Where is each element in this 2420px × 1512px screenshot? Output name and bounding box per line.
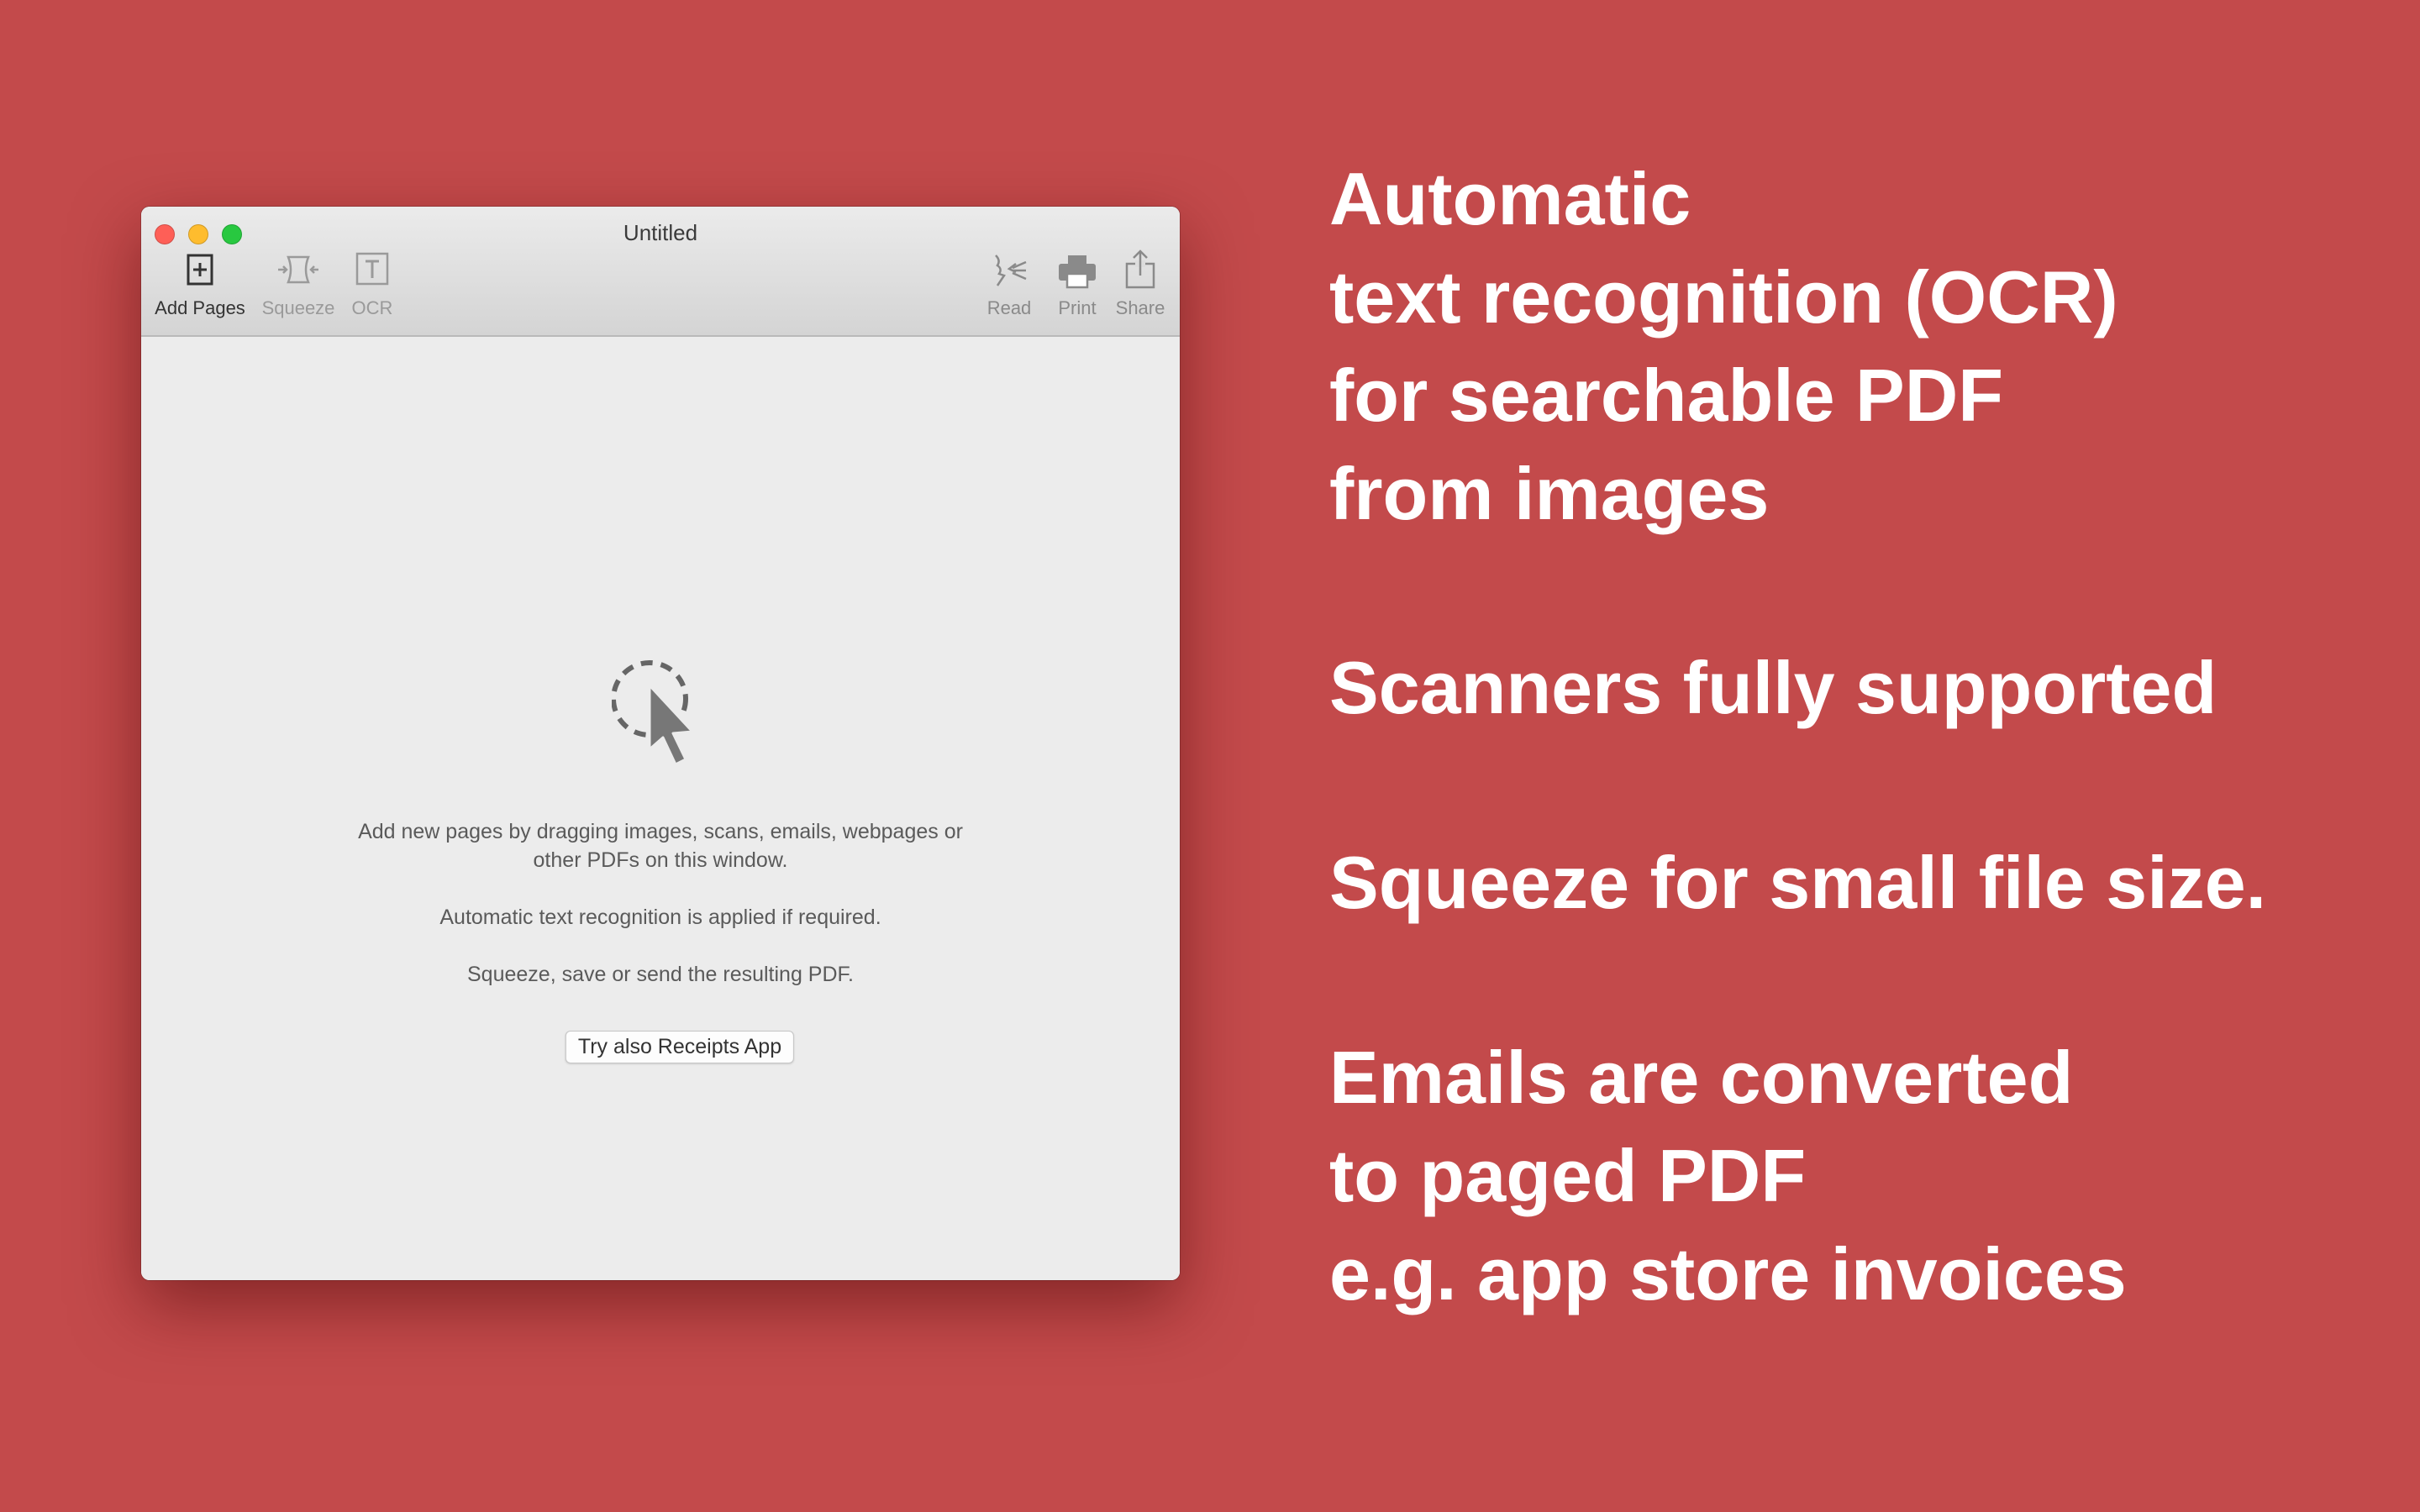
squeeze-button[interactable]: Squeeze <box>257 249 339 333</box>
drag-cursor-icon <box>612 660 694 766</box>
feature-line: Scanners fully supported <box>1329 646 2217 729</box>
share-label: Share <box>1115 297 1165 318</box>
title-bar: Untitled Add Pages Squeeze OCR Share Pri… <box>141 207 1180 337</box>
read-button[interactable]: Read <box>973 249 1045 333</box>
share-button[interactable]: Share <box>1107 249 1173 333</box>
feature-line: e.g. app store invoices <box>1329 1232 2127 1315</box>
instruction-line-1: Add new pages by dragging images, scans,… <box>358 820 963 843</box>
feature-line: Automatic <box>1329 157 1691 240</box>
feature-scanners: Scanners fully supported <box>1329 638 2217 737</box>
ocr-label: OCR <box>351 297 393 318</box>
feature-line: to paged PDF <box>1329 1134 1807 1217</box>
ocr-note: Automatic text recognition is applied if… <box>439 906 881 929</box>
drop-area[interactable]: Add new pages by dragging images, scans,… <box>141 337 1180 1280</box>
add-pages-label: Add Pages <box>155 297 245 318</box>
feature-line: Emails are converted <box>1329 1036 2074 1119</box>
add-pages-button[interactable]: Add Pages <box>148 249 252 333</box>
feature-ocr: Automatic text recognition (OCR) for sea… <box>1329 150 2118 543</box>
read-aloud-icon <box>995 255 1027 286</box>
print-label: Print <box>1058 297 1097 318</box>
window-title: Untitled <box>623 220 698 245</box>
app-window: Untitled Add Pages Squeeze OCR Share Pri… <box>141 207 1180 1280</box>
printer-icon <box>1059 255 1096 289</box>
ocr-button[interactable]: OCR <box>339 249 405 333</box>
squeeze-label: Squeeze <box>261 297 335 318</box>
read-label: Read <box>986 297 1032 318</box>
share-icon <box>1125 249 1155 289</box>
try-receipts-app-button[interactable]: Try also Receipts App <box>565 1031 795 1063</box>
print-button[interactable]: Print <box>1044 249 1111 333</box>
instruction-line-2: other PDFs on this window. <box>533 848 788 872</box>
feature-line: Squeeze for small file size. <box>1329 841 2267 924</box>
feature-emails: Emails are converted to paged PDF e.g. a… <box>1329 1028 2127 1323</box>
feature-line: text recognition (OCR) <box>1329 255 2118 339</box>
feature-line: for searchable PDF <box>1329 354 2004 437</box>
squeeze-note: Squeeze, save or send the resulting PDF. <box>467 963 854 986</box>
add-pages-instruction: Add new pages by dragging images, scans,… <box>240 817 1081 874</box>
feature-line: from images <box>1329 452 1770 535</box>
feature-squeeze: Squeeze for small file size. <box>1329 833 2266 932</box>
add-page-icon <box>187 254 213 286</box>
squeeze-icon <box>278 255 318 284</box>
ocr-icon <box>355 252 389 286</box>
